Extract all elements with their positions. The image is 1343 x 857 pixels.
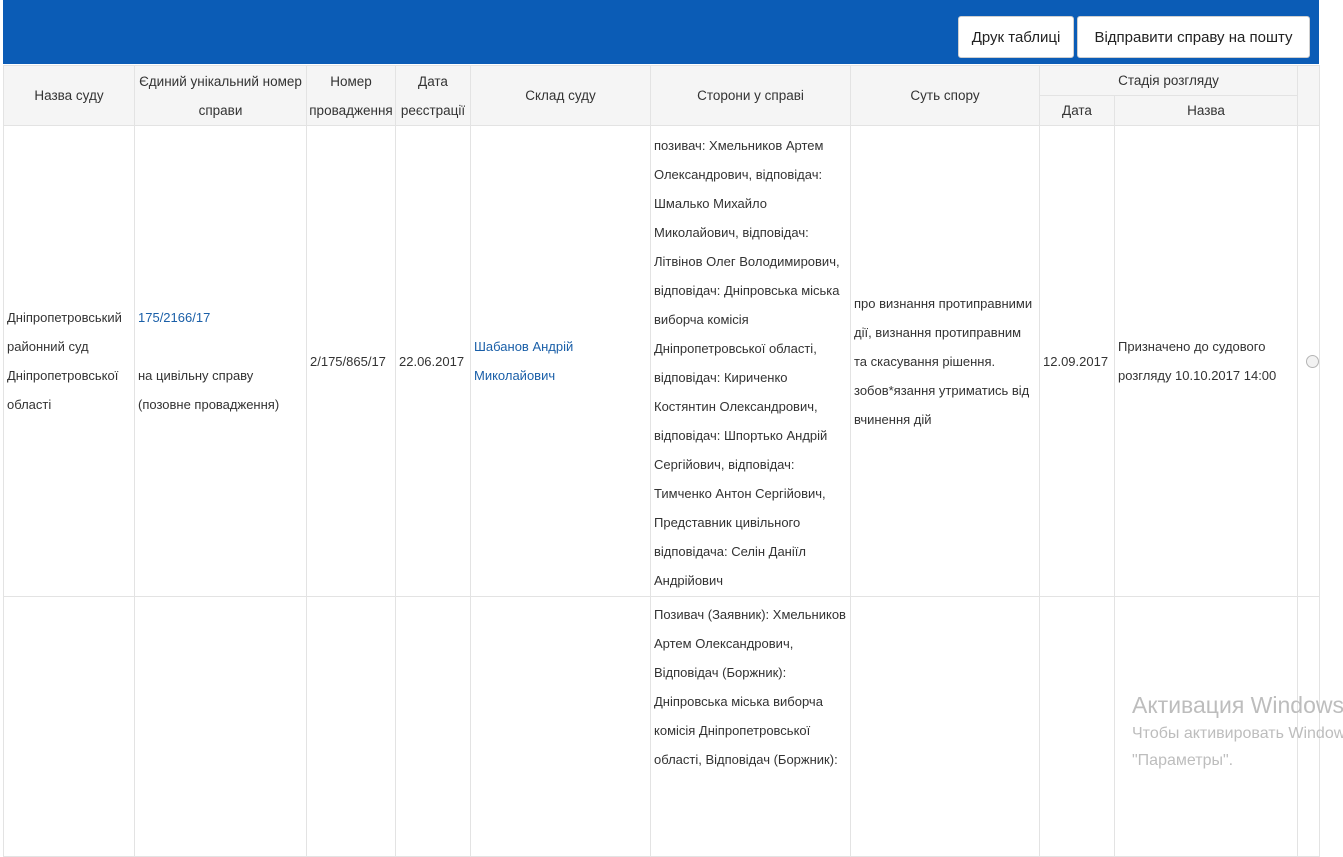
court-composition-cell: Шабанов Андрій Миколайович (470, 125, 651, 597)
stage-date (1039, 596, 1115, 857)
case-number-link[interactable]: 175/2166/17 (138, 303, 303, 332)
judge-link[interactable]: Шабанов Андрій Миколайович (474, 339, 573, 383)
court-name (3, 596, 135, 857)
header-proceeding-number: Номер провадження (306, 65, 396, 126)
header-registration-date: Дата реєстрації (395, 65, 471, 126)
header-case-number: Єдиний унікальний номер справи (134, 65, 307, 126)
row-select-cell (1297, 125, 1321, 597)
dispute-subject: про визнання протиправними дії, визнання… (850, 125, 1040, 597)
case-number-cell (134, 596, 307, 857)
stage-name: Призначено до судового розгляду 10.10.20… (1113, 125, 1299, 597)
header-composition: Склад суду (470, 65, 651, 126)
row-select-cell (1297, 596, 1321, 857)
header-bar: Друк таблиці Відправити справу на пошту (3, 0, 1319, 64)
dispute-subject (850, 596, 1040, 857)
header-stage-date: Дата (1039, 95, 1115, 126)
stage-name (1113, 596, 1299, 857)
header-parties: Сторони у справі (650, 65, 851, 126)
header-select (1297, 65, 1321, 126)
proceeding-number (306, 596, 396, 857)
row-select-radio[interactable] (1306, 354, 1319, 368)
send-case-email-button[interactable]: Відправити справу на пошту (1077, 16, 1310, 58)
table-row: Дніпропетровський районний суд Дніпропет… (3, 125, 1321, 597)
registration-date (395, 596, 471, 857)
header-stage-name: Назва (1113, 95, 1299, 126)
proceeding-number: 2/175/865/17 (306, 125, 396, 597)
court-composition-cell (470, 596, 651, 857)
header-stage: Стадія розгляду (1038, 65, 1299, 96)
header-subject: Суть спору (850, 65, 1040, 126)
cases-table: Назва суду Єдиний унікальний номер справ… (3, 65, 1321, 857)
print-table-button[interactable]: Друк таблиці (958, 16, 1074, 58)
header-court: Назва суду (3, 65, 135, 126)
case-parties: Позивач (Заявник): Хмельников Артем Олек… (650, 596, 851, 857)
stage-date: 12.09.2017 (1039, 125, 1115, 597)
court-name: Дніпропетровський районний суд Дніпропет… (3, 125, 135, 597)
case-parties: позивач: Хмельников Артем Олександрович,… (650, 125, 851, 597)
table-row: Позивач (Заявник): Хмельников Артем Олек… (3, 596, 1321, 857)
registration-date: 22.06.2017 (395, 125, 471, 597)
case-number-cell: 175/2166/17 на цивільну справу (позовне … (134, 125, 307, 597)
case-type: на цивільну справу (позовне провадження) (138, 368, 280, 412)
